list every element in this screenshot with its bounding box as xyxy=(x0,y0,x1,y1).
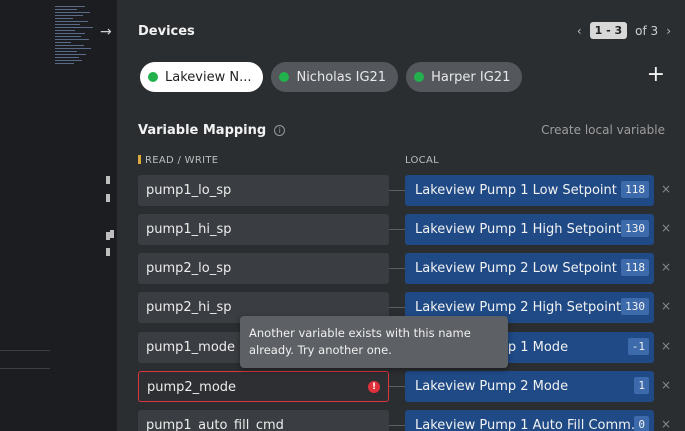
remove-mapping-icon[interactable]: × xyxy=(661,417,671,431)
value-badge: 130 xyxy=(621,220,649,237)
add-device-button[interactable]: + xyxy=(647,62,665,87)
mapping-row: pump1_auto_fill_cmd Lakeview Pump 1 Auto… xyxy=(138,410,685,431)
local-variable-label: Lakeview Pump 1 High Setpoint xyxy=(415,222,622,237)
local-variable-label: Lakeview Pump 2 Low Setpoint xyxy=(415,261,617,276)
read-write-column-header: READ / WRITE xyxy=(138,155,218,166)
connector-line xyxy=(389,307,405,308)
remove-mapping-icon[interactable]: × xyxy=(661,299,671,313)
device-panel: Devices ‹ 1 - 3 of 3 › Lakeview N... Nic… xyxy=(117,0,685,431)
local-column-header: LOCAL xyxy=(405,155,439,166)
device-chip-label: Harper IG21 xyxy=(431,69,511,85)
remove-mapping-icon[interactable]: × xyxy=(661,221,671,235)
variable-mapping-title: Variable Mapping xyxy=(138,123,267,138)
error-tooltip: Another variable exists with this name a… xyxy=(240,316,508,368)
remove-mapping-icon[interactable]: × xyxy=(661,260,671,274)
variable-name-value: pump2_mode xyxy=(147,380,237,395)
status-dot-icon xyxy=(279,72,290,82)
error-icon[interactable]: ! xyxy=(368,381,380,393)
devices-title: Devices xyxy=(138,24,195,39)
value-badge: -1 xyxy=(627,338,649,355)
chevron-left-icon[interactable]: ‹ xyxy=(577,24,582,38)
variable-name-field-error[interactable]: pump2_mode ! xyxy=(138,371,389,402)
value-badge: 118 xyxy=(621,259,649,276)
connector-line xyxy=(389,190,405,191)
value-badge: 1 xyxy=(634,377,649,394)
value-badge: 118 xyxy=(621,181,649,198)
variable-name-field[interactable]: pump1_hi_sp xyxy=(138,214,389,245)
device-chip-label: Nicholas IG21 xyxy=(296,69,387,85)
page-total: of 3 xyxy=(635,23,659,38)
status-dot-icon xyxy=(148,72,158,82)
device-chip[interactable]: Nicholas IG21 xyxy=(271,62,399,92)
connector-line xyxy=(389,386,405,387)
divider xyxy=(0,368,50,369)
value-badge: 0 xyxy=(634,416,649,431)
device-chips: Lakeview N... Nicholas IG21 Harper IG21 xyxy=(140,62,523,92)
read-write-label: READ / WRITE xyxy=(145,155,219,166)
read-write-marker xyxy=(138,155,141,164)
local-variable-select[interactable]: Lakeview Pump 1 Low Setpoint 118 xyxy=(405,175,654,206)
remove-mapping-icon[interactable]: × xyxy=(661,378,671,392)
local-variable-label: Lakeview Pump 1 Auto Fill Comm... xyxy=(415,418,644,431)
local-variable-select[interactable]: Lakeview Pump 2 Low Setpoint 118 xyxy=(405,253,654,284)
chevron-right-icon[interactable]: › xyxy=(666,24,671,38)
create-local-variable-link[interactable]: Create local variable xyxy=(541,123,665,137)
device-chip-label: Lakeview N... xyxy=(165,69,252,85)
device-chip[interactable]: Harper IG21 xyxy=(406,62,523,92)
remove-mapping-icon[interactable]: × xyxy=(661,182,671,196)
divider xyxy=(0,350,50,351)
local-variable-select[interactable]: Lakeview Pump 2 Mode 1 xyxy=(405,371,654,402)
status-dot-icon xyxy=(414,72,425,82)
variable-mapping-heading: Variable Mapping i xyxy=(138,123,286,138)
collapse-arrow-icon[interactable]: → xyxy=(100,24,112,40)
local-variable-select[interactable]: Lakeview Pump 1 High Setpoint 130 xyxy=(405,214,654,245)
mapping-row: pump2_lo_sp Lakeview Pump 2 Low Setpoint… xyxy=(138,253,685,284)
connector-line xyxy=(389,425,405,426)
remove-mapping-icon[interactable]: × xyxy=(661,339,671,353)
variable-name-field[interactable]: pump2_lo_sp xyxy=(138,253,389,284)
info-icon[interactable]: i xyxy=(274,125,286,136)
device-chip[interactable]: Lakeview N... xyxy=(140,62,264,92)
mapping-row: pump2_mode ! Lakeview Pump 2 Mode 1 × xyxy=(138,371,685,402)
local-variable-label: Lakeview Pump 1 Low Setpoint xyxy=(415,183,617,198)
editor-minimap-strip xyxy=(0,0,117,431)
variable-name-field[interactable]: pump1_auto_fill_cmd xyxy=(138,410,389,431)
connector-line xyxy=(389,229,405,230)
local-variable-label: Lakeview Pump 2 Mode xyxy=(415,379,569,394)
page-range-badge: 1 - 3 xyxy=(589,22,628,39)
device-pager: ‹ 1 - 3 of 3 › xyxy=(577,22,671,39)
mapping-row: pump1_hi_sp Lakeview Pump 1 High Setpoin… xyxy=(138,214,685,245)
local-variable-select[interactable]: Lakeview Pump 1 Auto Fill Comm... 0 xyxy=(405,410,654,431)
code-minimap xyxy=(55,6,95,96)
mapping-row: pump1_lo_sp Lakeview Pump 1 Low Setpoint… xyxy=(138,175,685,206)
value-badge: 130 xyxy=(621,298,649,315)
connector-line xyxy=(389,268,405,269)
local-variable-label: Lakeview Pump 2 High Setpoint xyxy=(415,300,622,315)
variable-name-field[interactable]: pump1_lo_sp xyxy=(138,175,389,206)
